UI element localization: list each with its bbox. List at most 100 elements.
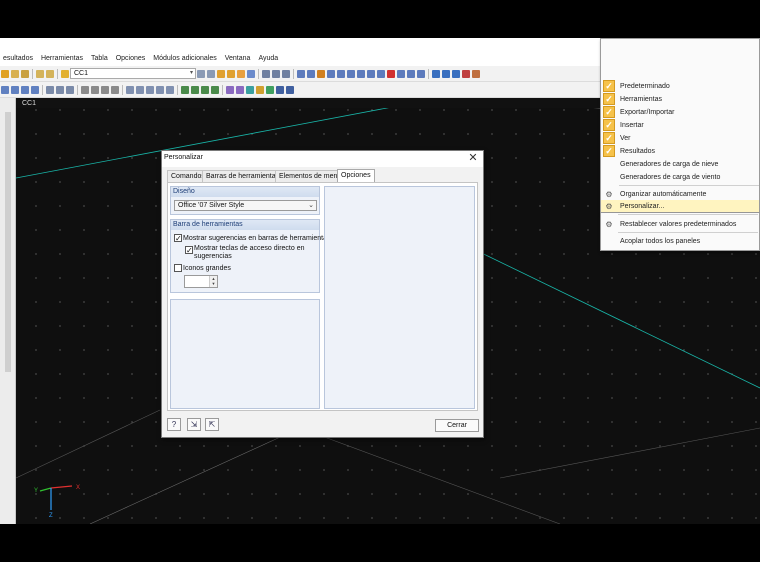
menu-tabla[interactable]: Tabla <box>87 55 112 62</box>
rotate-icon[interactable] <box>397 69 405 78</box>
previous-icon[interactable] <box>197 69 205 78</box>
delete-icon[interactable] <box>387 69 395 78</box>
new-icon[interactable] <box>1 69 9 78</box>
export-settings-icon[interactable]: ⇱ <box>205 418 219 431</box>
menu-resultados[interactable]: esultados <box>0 55 37 62</box>
color-scale-icon[interactable] <box>246 85 254 94</box>
view-tab-cc1[interactable]: CC1 <box>22 100 36 107</box>
menu-item-organizar[interactable]: ⚙ Organizar automáticamente <box>601 188 760 200</box>
measure-icon[interactable] <box>156 85 164 94</box>
print-icon[interactable] <box>432 69 440 78</box>
axis-y-line <box>39 487 52 492</box>
mirror-icon[interactable] <box>407 69 415 78</box>
next-icon[interactable] <box>207 69 215 78</box>
deformation-icon[interactable] <box>237 69 245 78</box>
tab-elementos-menu[interactable]: Elementos de menú <box>275 170 346 182</box>
table-results-icon[interactable] <box>276 85 284 94</box>
menu-herramientas[interactable]: Herramientas <box>37 55 87 62</box>
menu-item-restablecer[interactable]: ⚙ Restablecer valores predeterminados <box>601 218 759 230</box>
snap-icon[interactable] <box>126 85 134 94</box>
table-view-icon[interactable] <box>46 69 54 78</box>
show-members-icon[interactable] <box>101 85 109 94</box>
results-values-icon[interactable] <box>227 69 235 78</box>
menu-item-acoplar[interactable]: Acoplar todos los paneles <box>601 235 759 247</box>
wireframe-icon[interactable] <box>46 85 54 94</box>
dialog-titlebar[interactable]: Personalizar ✕ <box>162 151 483 167</box>
menu-item-insertar[interactable]: ✓ Insertar <box>601 119 760 131</box>
table-icon[interactable] <box>36 69 44 78</box>
options-pane: Diseño Office '07 Silver Style ⌄ Barra d… <box>167 182 478 411</box>
tab-opciones[interactable]: Opciones <box>337 169 375 182</box>
graphic-icon[interactable] <box>452 69 460 78</box>
results-display-icon[interactable] <box>256 85 264 94</box>
folder-icon[interactable] <box>21 69 29 78</box>
cerrar-button[interactable]: Cerrar <box>435 419 479 432</box>
options-icon[interactable] <box>472 69 480 78</box>
separator <box>32 68 33 79</box>
style-select[interactable]: Office '07 Silver Style ⌄ <box>174 200 317 211</box>
menu-modulos-adicionales[interactable]: Módulos adicionales <box>149 55 220 62</box>
large-icons-checkbox[interactable] <box>174 264 182 272</box>
grid-icon[interactable] <box>282 69 290 78</box>
menu-item-resultados[interactable]: ✓ Resultados <box>601 145 760 157</box>
arc-icon[interactable] <box>367 69 375 78</box>
open-icon[interactable] <box>11 69 19 78</box>
show-nodes-icon[interactable] <box>81 85 89 94</box>
spinner-arrows-icon[interactable]: ▲ ▼ <box>209 276 217 287</box>
load-nodal-icon[interactable] <box>191 85 199 94</box>
surface-icon[interactable] <box>337 69 345 78</box>
load-icon[interactable] <box>181 85 189 94</box>
select-icon[interactable] <box>297 69 305 78</box>
view-iso-icon[interactable] <box>1 85 9 94</box>
animation-icon[interactable] <box>266 85 274 94</box>
grid-snap-icon[interactable] <box>136 85 144 94</box>
model-view-icon[interactable] <box>272 69 280 78</box>
member-icon[interactable] <box>327 69 335 78</box>
tools-icon[interactable] <box>462 69 470 78</box>
load-surface-icon[interactable] <box>211 85 219 94</box>
load-case-select[interactable]: CC1 ▾ <box>70 68 196 79</box>
menu-ventana[interactable]: Ventana <box>221 55 255 62</box>
model-icon[interactable] <box>262 69 270 78</box>
view-z-icon[interactable] <box>31 85 39 94</box>
copy-icon[interactable] <box>417 69 425 78</box>
import-settings-icon[interactable]: ⇲ <box>187 418 201 431</box>
show-shortcuts-checkbox[interactable]: ✓ <box>185 246 193 255</box>
show-lines-icon[interactable] <box>91 85 99 94</box>
solid-icon[interactable] <box>347 69 355 78</box>
help-button[interactable]: ? <box>167 418 181 431</box>
transparent-icon[interactable] <box>66 85 74 94</box>
menu-item-personalizar[interactable]: ⚙ Personalizar... <box>601 200 759 212</box>
line-icon[interactable] <box>357 69 365 78</box>
filter-icon[interactable] <box>286 85 294 94</box>
menu-item-generadores-nieve[interactable]: Generadores de carga de nieve <box>601 158 760 170</box>
show-surfaces-icon[interactable] <box>111 85 119 94</box>
calculate-icon[interactable] <box>236 85 244 94</box>
navigator-scrollbar[interactable] <box>5 112 11 372</box>
move-icon[interactable] <box>377 69 385 78</box>
menu-item-predeterminado[interactable]: ✓ Predeterminado <box>601 80 760 92</box>
section-icon[interactable] <box>247 69 255 78</box>
menu-item-exportar-importar[interactable]: ✓ Exportar/Importar <box>601 106 760 118</box>
tab-barras-herramientas[interactable]: Barras de herramientas <box>202 170 284 182</box>
render-icon[interactable] <box>56 85 64 94</box>
menu-opciones[interactable]: Opciones <box>112 55 150 62</box>
show-tooltips-checkbox[interactable]: ✓ <box>174 234 182 243</box>
menu-item-ver[interactable]: ✓ Ver <box>601 132 760 144</box>
menu-item-generadores-viento[interactable]: Generadores de carga de viento <box>601 171 760 183</box>
ortho-icon[interactable] <box>146 85 154 94</box>
view-x-icon[interactable] <box>11 85 19 94</box>
node-icon[interactable] <box>317 69 325 78</box>
zoom-icon[interactable] <box>307 69 315 78</box>
results-icon[interactable] <box>217 69 225 78</box>
menu-ayuda[interactable]: Ayuda <box>254 55 282 62</box>
menu-item-herramientas[interactable]: ✓ Herramientas <box>601 93 760 105</box>
dimension-icon[interactable] <box>166 85 174 94</box>
icon-size-spinner[interactable]: ▲ ▼ <box>184 275 218 288</box>
report-icon[interactable] <box>442 69 450 78</box>
mesh-icon[interactable] <box>226 85 234 94</box>
view-y-icon[interactable] <box>21 85 29 94</box>
close-icon[interactable]: ✕ <box>467 152 479 164</box>
load-case-icon[interactable] <box>61 69 69 78</box>
load-member-icon[interactable] <box>201 85 209 94</box>
